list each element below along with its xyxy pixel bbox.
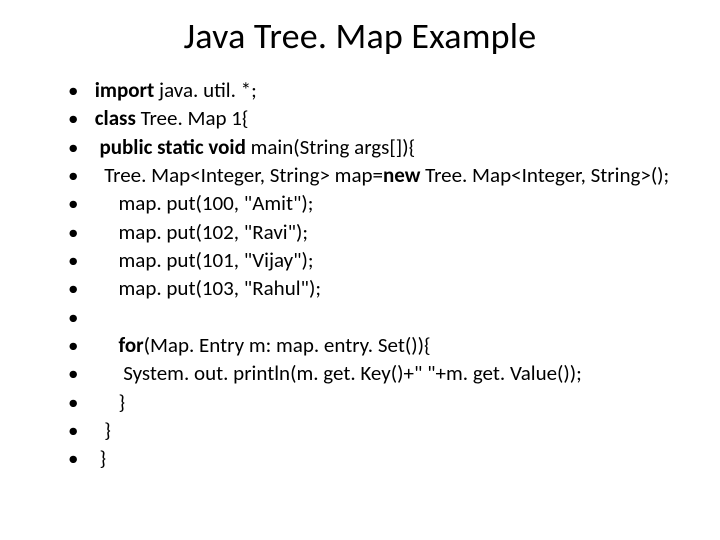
code-line: System. out. println(m. get. Key()+" "+m…: [68, 359, 680, 387]
code-text: [90, 134, 100, 160]
code-line: for(Map. Entry m: map. entry. Set()){: [68, 331, 680, 359]
code-line: }: [68, 416, 680, 444]
code-text: [90, 332, 119, 358]
slide: Java Tree. Map Example import java. util…: [0, 0, 720, 540]
code-line: map. put(100, "Amit");: [68, 189, 680, 217]
code-keyword: class: [95, 105, 136, 131]
code-text: Tree. Map<Integer, String> map=: [90, 162, 383, 188]
code-line: Tree. Map<Integer, String> map=new Tree.…: [68, 161, 680, 189]
code-text: main(String args[]){: [246, 134, 415, 160]
code-line: map. put(101, "Vijay");: [68, 246, 680, 274]
code-text: map. put(100, "Amit");: [90, 190, 313, 216]
code-keyword: for: [119, 332, 144, 358]
code-line: map. put(102, "Ravi");: [68, 218, 680, 246]
code-line: }: [68, 388, 680, 416]
code-text: java. util. *;: [154, 77, 256, 103]
code-keyword: import: [95, 77, 155, 103]
code-line: map. put(103, "Rahul");: [68, 274, 680, 302]
code-text: Tree. Map 1{: [136, 105, 249, 131]
code-text: Tree. Map<Integer, String>();: [420, 162, 669, 188]
code-line: class Tree. Map 1{: [68, 104, 680, 132]
code-text: map. put(102, "Ravi");: [90, 219, 308, 245]
code-text: System. out. println(m. get. Key()+" "+m…: [90, 360, 582, 386]
code-keyword: new: [383, 162, 420, 188]
code-line: }: [68, 444, 680, 472]
code-text: (Map. Entry m: map. entry. Set()){: [144, 332, 431, 358]
code-text: map. put(103, "Rahul");: [90, 275, 321, 301]
code-line: import java. util. *;: [68, 76, 680, 104]
code-text: }: [90, 445, 106, 471]
code-text: map. put(101, "Vijay");: [90, 247, 314, 273]
code-text: }: [90, 389, 125, 415]
code-keyword: public static void: [100, 134, 246, 160]
code-text: }: [90, 417, 111, 443]
code-list: import java. util. *; class Tree. Map 1{…: [40, 76, 680, 473]
slide-title: Java Tree. Map Example: [40, 14, 680, 58]
code-text: [90, 304, 95, 330]
code-line: public static void main(String args[]){: [68, 133, 680, 161]
code-line: [68, 303, 680, 331]
